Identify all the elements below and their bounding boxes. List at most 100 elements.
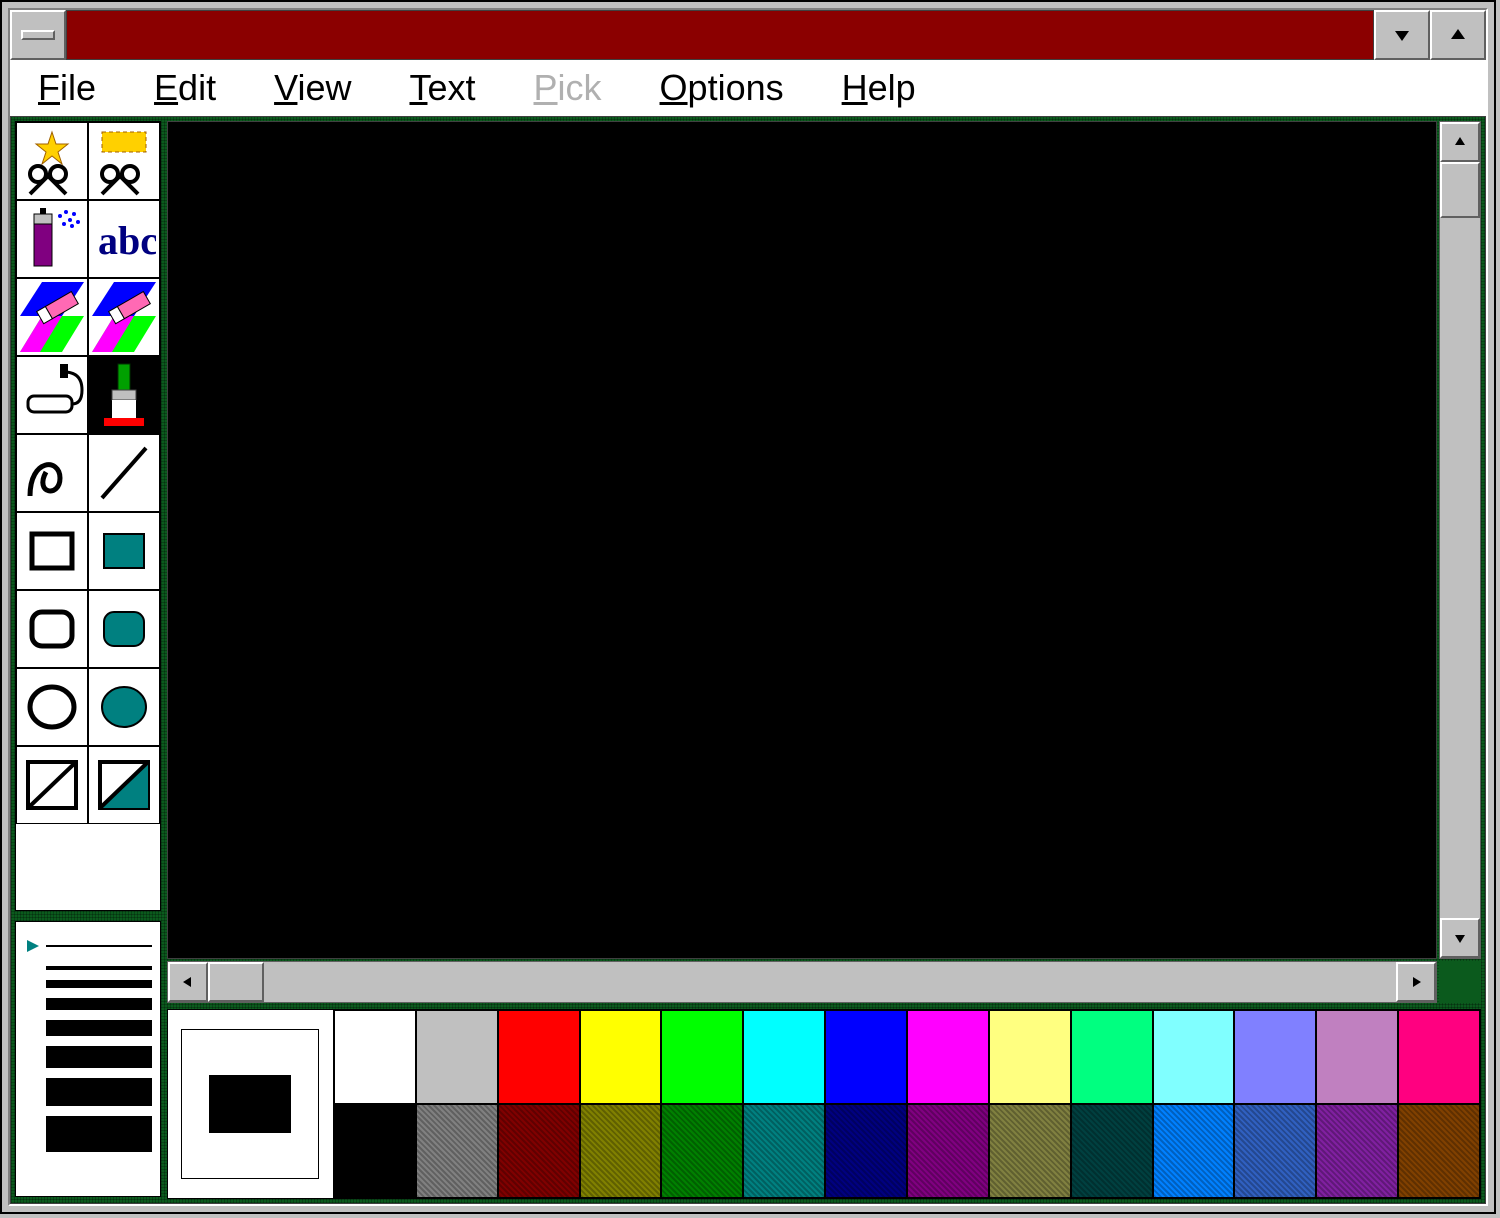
palette-swatch-r0-c5[interactable]	[743, 1010, 825, 1104]
palette-swatch-r1-c6[interactable]	[825, 1104, 907, 1198]
palette-swatch-r1-c8[interactable]	[989, 1104, 1071, 1198]
svg-text:abc: abc	[98, 218, 156, 263]
palette-swatch-r1-c11[interactable]	[1234, 1104, 1316, 1198]
tool-filled-polygon[interactable]	[88, 746, 160, 824]
tool-rectangle[interactable]	[16, 512, 88, 590]
menu-options[interactable]: Options	[660, 67, 784, 109]
palette-swatch-r1-c0[interactable]	[334, 1104, 416, 1198]
current-colors-indicator[interactable]	[168, 1010, 334, 1198]
palette-swatch-r1-c7[interactable]	[907, 1104, 989, 1198]
palette-swatch-r0-c9[interactable]	[1071, 1010, 1153, 1104]
minimize-button[interactable]	[1374, 10, 1430, 60]
palette-swatch-r0-c4[interactable]	[661, 1010, 743, 1104]
palette-swatch-r0-c13[interactable]	[1398, 1010, 1480, 1104]
polygon-icon	[20, 750, 84, 820]
line-width-option-1[interactable]	[24, 966, 152, 970]
line-width-option-4[interactable]	[24, 1020, 152, 1036]
tool-rect-select[interactable]	[88, 122, 160, 200]
line-width-option-5[interactable]	[24, 1046, 152, 1068]
palette-swatch-r1-c2[interactable]	[498, 1104, 580, 1198]
palette-swatch-r1-c3[interactable]	[580, 1104, 662, 1198]
palette-swatch-r1-c4[interactable]	[661, 1104, 743, 1198]
palette-swatch-r1-c5[interactable]	[743, 1104, 825, 1198]
client-area: abc	[10, 116, 1486, 1204]
free-form-select-icon	[20, 126, 84, 196]
tool-polygon[interactable]	[16, 746, 88, 824]
menu-view[interactable]: View	[274, 67, 351, 109]
filled-polygon-icon	[92, 750, 156, 820]
menu-help[interactable]: Help	[842, 67, 916, 109]
tool-free-form-select[interactable]	[16, 122, 88, 200]
menu-edit[interactable]: Edit	[154, 67, 216, 109]
palette-swatch-r0-c0[interactable]	[334, 1010, 416, 1104]
palette-swatch-r0-c12[interactable]	[1316, 1010, 1398, 1104]
tool-paint-roller[interactable]	[16, 356, 88, 434]
line-width-sample	[46, 980, 152, 988]
vertical-scroll-thumb[interactable]	[1440, 162, 1480, 218]
line-width-option-2[interactable]	[24, 980, 152, 988]
palette-swatch-r0-c6[interactable]	[825, 1010, 907, 1104]
menu-file[interactable]: File	[38, 67, 96, 109]
line-width-option-0[interactable]	[24, 936, 152, 956]
drawing-canvas[interactable]	[167, 121, 1437, 959]
arrow-down-icon	[1453, 931, 1467, 945]
palette-swatch-r1-c13[interactable]	[1398, 1104, 1480, 1198]
line-width-sample	[46, 945, 152, 947]
palette-swatch-r1-c9[interactable]	[1071, 1104, 1153, 1198]
scroll-right-button[interactable]	[1396, 962, 1436, 1002]
tool-filled-rounded-rect[interactable]	[88, 590, 160, 668]
line-width-option-3[interactable]	[24, 998, 152, 1010]
tool-filled-rectangle[interactable]	[88, 512, 160, 590]
scroll-up-button[interactable]	[1440, 122, 1480, 162]
tool-text[interactable]: abc	[88, 200, 160, 278]
line-width-option-7[interactable]	[24, 1116, 152, 1152]
palette-swatch-r1-c1[interactable]	[416, 1104, 498, 1198]
airbrush-icon	[20, 204, 84, 274]
palette-swatch-r1-c10[interactable]	[1153, 1104, 1235, 1198]
palette-swatch-r0-c8[interactable]	[989, 1010, 1071, 1104]
palette-swatch-r0-c10[interactable]	[1153, 1010, 1235, 1104]
scroll-down-button[interactable]	[1440, 918, 1480, 958]
line-width-selected-arrow	[24, 936, 46, 956]
tool-eraser[interactable]	[88, 278, 160, 356]
size-grip	[1439, 961, 1481, 1003]
line-width-panel	[15, 921, 161, 1197]
tool-curve[interactable]	[16, 434, 88, 512]
tool-rounded-rect[interactable]	[16, 590, 88, 668]
palette-swatch-r0-c11[interactable]	[1234, 1010, 1316, 1104]
horizontal-scroll-thumb[interactable]	[208, 962, 264, 1002]
palette-swatch-r0-c7[interactable]	[907, 1010, 989, 1104]
tool-filled-ellipse[interactable]	[88, 668, 160, 746]
palette-swatch-r1-c12[interactable]	[1316, 1104, 1398, 1198]
scroll-left-button[interactable]	[168, 962, 208, 1002]
title-bar	[10, 10, 1486, 60]
color-palette	[167, 1009, 1481, 1199]
curve-icon	[20, 438, 84, 508]
tool-ellipse[interactable]	[16, 668, 88, 746]
line-icon	[92, 438, 156, 508]
line-width-sample	[46, 1078, 152, 1106]
rectangle-icon	[20, 516, 84, 586]
arrow-up-icon	[1453, 135, 1467, 149]
tool-line[interactable]	[88, 434, 160, 512]
palette-swatch-grid	[334, 1010, 1480, 1198]
palette-swatch-r0-c2[interactable]	[498, 1010, 580, 1104]
maximize-button[interactable]	[1430, 10, 1486, 60]
horizontal-scrollbar[interactable]	[167, 961, 1437, 1003]
palette-swatch-r0-c3[interactable]	[580, 1010, 662, 1104]
maximize-icon	[1449, 27, 1467, 43]
paint-roller-icon	[20, 360, 84, 430]
vertical-scrollbar[interactable]	[1439, 121, 1481, 959]
menu-text[interactable]: Text	[409, 67, 475, 109]
line-width-option-6[interactable]	[24, 1078, 152, 1106]
filled-ellipse-icon	[92, 672, 156, 742]
filled-rounded-rect-icon	[92, 594, 156, 664]
tool-airbrush[interactable]	[16, 200, 88, 278]
system-menu-button[interactable]	[10, 10, 66, 60]
eraser-icon	[92, 282, 156, 352]
tool-brush[interactable]	[88, 356, 160, 434]
line-width-sample	[46, 966, 152, 970]
current-foreground-swatch	[210, 1076, 290, 1132]
palette-swatch-r0-c1[interactable]	[416, 1010, 498, 1104]
tool-color-eraser[interactable]	[16, 278, 88, 356]
